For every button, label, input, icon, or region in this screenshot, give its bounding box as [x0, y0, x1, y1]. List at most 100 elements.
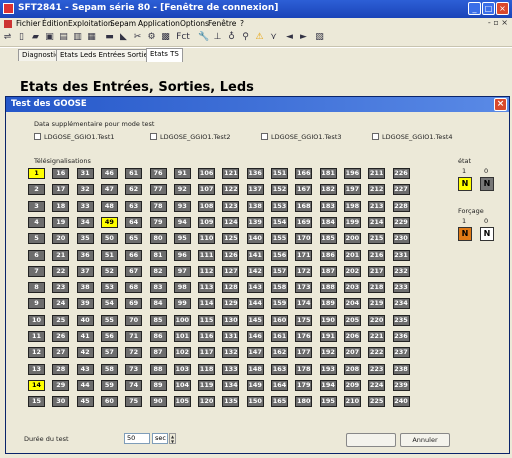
- telesignal-cell-139[interactable]: 139: [246, 216, 264, 228]
- telesignal-cell-16[interactable]: 16: [52, 168, 70, 179]
- telesignal-cell-161[interactable]: 161: [271, 331, 288, 342]
- print-icon[interactable]: ▤: [58, 32, 69, 43]
- telesignal-cell-141[interactable]: 141: [246, 249, 264, 261]
- telesignal-cell-136[interactable]: 136: [246, 168, 264, 179]
- telesignal-cell-39[interactable]: 39: [76, 298, 94, 310]
- telesignal-cell-237[interactable]: 237: [392, 347, 410, 359]
- telesignal-cell-70[interactable]: 70: [125, 314, 143, 326]
- telesignal-cell-152[interactable]: 152: [271, 184, 288, 196]
- telesignal-cell-84[interactable]: 84: [149, 298, 167, 310]
- telesignal-cell-165[interactable]: 165: [271, 396, 288, 408]
- checkbox-test4[interactable]: [372, 133, 379, 140]
- telesignal-cell-230[interactable]: 230: [392, 233, 410, 245]
- telesignal-cell-108[interactable]: 108: [198, 200, 216, 212]
- chart-icon[interactable]: ◣: [118, 32, 129, 43]
- telesignal-cell-10[interactable]: 10: [28, 314, 45, 326]
- telesignal-cell-13[interactable]: 13: [28, 363, 45, 375]
- telesignal-cell-123[interactable]: 123: [222, 200, 240, 212]
- telesignal-cell-135[interactable]: 135: [222, 396, 240, 408]
- telesignal-cell-24[interactable]: 24: [52, 298, 70, 310]
- telesignal-cell-107[interactable]: 107: [198, 184, 216, 196]
- telesignal-cell-126[interactable]: 126: [222, 249, 240, 261]
- telesignal-cell-204[interactable]: 204: [343, 298, 361, 310]
- telesignal-cell-35[interactable]: 35: [76, 233, 94, 245]
- telesignal-cell-187[interactable]: 187: [319, 265, 337, 277]
- telesignal-cell-96[interactable]: 96: [173, 249, 191, 261]
- telesignal-cell-109[interactable]: 109: [198, 216, 216, 228]
- close-button[interactable]: ×: [496, 2, 509, 15]
- telesignal-cell-95[interactable]: 95: [173, 233, 191, 245]
- telesignal-cell-44[interactable]: 44: [76, 379, 94, 391]
- telesignal-cell-227[interactable]: 227: [392, 184, 410, 196]
- telesignal-cell-185[interactable]: 185: [319, 233, 337, 245]
- telesignal-cell-9[interactable]: 9: [28, 298, 45, 310]
- telesignal-cell-29[interactable]: 29: [52, 379, 70, 391]
- telesignal-cell-63[interactable]: 63: [125, 200, 143, 212]
- telesignal-cell-125[interactable]: 125: [222, 233, 240, 245]
- telesignal-cell-90[interactable]: 90: [149, 396, 167, 408]
- telesignal-cell-111[interactable]: 111: [198, 249, 216, 261]
- telesignal-cell-51[interactable]: 51: [100, 249, 118, 261]
- telesignal-cell-201[interactable]: 201: [343, 249, 361, 261]
- telesignal-cell-22[interactable]: 22: [52, 265, 70, 277]
- telesignal-cell-128[interactable]: 128: [222, 282, 240, 294]
- telesignal-cell-134[interactable]: 134: [222, 379, 240, 391]
- telesignal-cell-132[interactable]: 132: [222, 347, 240, 359]
- menu-exploitation[interactable]: Exploitation: [68, 19, 113, 28]
- telesignal-cell-153[interactable]: 153: [271, 200, 288, 212]
- telesignal-cell-218[interactable]: 218: [368, 282, 386, 294]
- telesignal-cell-180[interactable]: 180: [295, 396, 313, 408]
- telesignal-cell-199[interactable]: 199: [343, 216, 361, 228]
- telesignal-cell-68[interactable]: 68: [125, 282, 143, 294]
- telesignal-cell-52[interactable]: 52: [100, 265, 118, 277]
- telesignal-cell-30[interactable]: 30: [52, 396, 70, 408]
- telesignal-cell-50[interactable]: 50: [100, 233, 118, 245]
- telesignal-cell-47[interactable]: 47: [100, 184, 118, 196]
- cancel-button[interactable]: Annuler: [400, 433, 450, 447]
- preview-icon[interactable]: ▥: [72, 32, 83, 43]
- telesignal-cell-57[interactable]: 57: [100, 347, 118, 359]
- telesignal-cell-210[interactable]: 210: [343, 396, 361, 408]
- telesignal-cell-224[interactable]: 224: [368, 379, 386, 391]
- save-icon[interactable]: ▣: [44, 32, 55, 43]
- telesignal-cell-168[interactable]: 168: [295, 200, 313, 212]
- telesignal-cell-202[interactable]: 202: [343, 265, 361, 277]
- telesignal-cell-156[interactable]: 156: [271, 249, 288, 261]
- telesignal-cell-206[interactable]: 206: [343, 331, 361, 342]
- monitor-icon[interactable]: ▬: [104, 32, 115, 43]
- telesignal-cell-45[interactable]: 45: [76, 396, 94, 408]
- telesignal-cell-163[interactable]: 163: [271, 363, 288, 375]
- telesignal-cell-101[interactable]: 101: [173, 331, 191, 342]
- arrow-right-icon[interactable]: ►: [298, 32, 309, 43]
- telesignal-cell-91[interactable]: 91: [173, 168, 191, 179]
- telesignal-cell-102[interactable]: 102: [173, 347, 191, 359]
- telesignal-cell-60[interactable]: 60: [100, 396, 118, 408]
- telesignal-cell-177[interactable]: 177: [295, 347, 313, 359]
- telesignal-cell-240[interactable]: 240: [392, 396, 410, 408]
- telesignal-cell-234[interactable]: 234: [392, 298, 410, 310]
- checkbox-test2[interactable]: [150, 133, 157, 140]
- telesignal-cell-2[interactable]: 2: [28, 184, 45, 196]
- telesignal-cell-17[interactable]: 17: [52, 184, 70, 196]
- duration-input[interactable]: 50: [124, 433, 150, 444]
- print-setup-icon[interactable]: ▦: [86, 32, 97, 43]
- telesignal-cell-238[interactable]: 238: [392, 363, 410, 375]
- telesignal-cell-27[interactable]: 27: [52, 347, 70, 359]
- checkbox-test1[interactable]: [34, 133, 41, 140]
- telesignal-cell-164[interactable]: 164: [271, 379, 288, 391]
- telesignal-cell-69[interactable]: 69: [125, 298, 143, 310]
- telesignal-cell-155[interactable]: 155: [271, 233, 288, 245]
- connect-icon[interactable]: ⇌: [2, 32, 13, 43]
- new-file-icon[interactable]: ▯: [16, 32, 27, 43]
- telesignal-cell-124[interactable]: 124: [222, 216, 240, 228]
- telesignal-cell-191[interactable]: 191: [319, 331, 337, 342]
- telesignal-cell-217[interactable]: 217: [368, 265, 386, 277]
- telesignal-cell-148[interactable]: 148: [246, 363, 264, 375]
- telesignal-cell-100[interactable]: 100: [173, 314, 191, 326]
- telesignal-cell-137[interactable]: 137: [246, 184, 264, 196]
- telesignal-cell-189[interactable]: 189: [319, 298, 337, 310]
- telesignal-cell-184[interactable]: 184: [319, 216, 337, 228]
- telesignal-cell-81[interactable]: 81: [149, 249, 167, 261]
- telesignal-cell-158[interactable]: 158: [271, 282, 288, 294]
- telesignal-cell-117[interactable]: 117: [198, 347, 216, 359]
